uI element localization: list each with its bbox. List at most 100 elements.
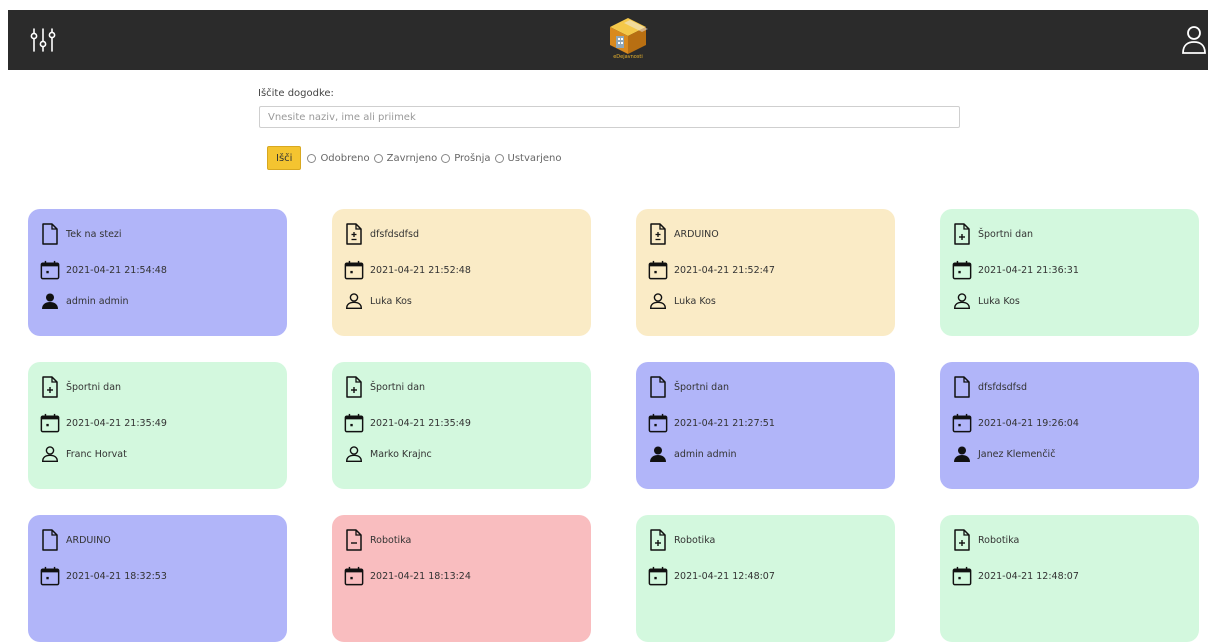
event-title: Robotika xyxy=(674,534,716,546)
document-icon xyxy=(952,529,972,551)
event-datetime: 2021-04-21 12:48:07 xyxy=(674,570,775,582)
event-user: admin admin xyxy=(674,448,737,460)
calendar-icon xyxy=(344,412,364,434)
event-title: dfsfdsdfsd xyxy=(978,381,1028,393)
event-card[interactable]: Robotika 2021-04-21 12:48:07 xyxy=(940,515,1199,642)
event-user: Janez Klemenčič xyxy=(978,448,1056,460)
calendar-icon xyxy=(648,565,668,587)
event-user-row: admin admin xyxy=(40,293,129,309)
event-title-row: ARDUINO xyxy=(40,529,111,551)
user-icon xyxy=(952,446,972,462)
event-card[interactable]: Športni dan 2021-04-21 21:36:31 Luka Kos xyxy=(940,209,1199,336)
event-datetime-row: 2021-04-21 18:13:24 xyxy=(344,565,471,587)
document-icon xyxy=(40,529,60,551)
event-user-row: Marko Krajnc xyxy=(344,446,432,462)
filter-ustvarjeno[interactable]: Ustvarjeno xyxy=(494,153,562,164)
event-datetime-row: 2021-04-21 21:35:49 xyxy=(344,412,471,434)
event-user-row: Franc Horvat xyxy=(40,446,127,462)
event-datetime-row: 2021-04-21 18:32:53 xyxy=(40,565,167,587)
event-datetime: 2021-04-21 19:26:04 xyxy=(978,417,1079,429)
event-datetime-row: 2021-04-21 21:52:47 xyxy=(648,259,775,281)
event-title-row: Športni dan xyxy=(648,376,729,398)
event-card[interactable]: Športni dan 2021-04-21 21:35:49 Marko Kraj… xyxy=(332,362,591,489)
event-title: Športni dan xyxy=(66,381,122,393)
event-datetime: 2021-04-21 18:32:53 xyxy=(66,570,167,582)
user-icon xyxy=(344,293,364,309)
calendar-icon xyxy=(952,412,972,434)
user-icon[interactable] xyxy=(1180,24,1208,56)
radio-icon[interactable] xyxy=(373,153,383,163)
user-icon xyxy=(648,293,668,309)
event-datetime-row: 2021-04-21 21:35:49 xyxy=(40,412,167,434)
calendar-icon xyxy=(952,565,972,587)
event-card[interactable]: ARDUINO 2021-04-21 18:32:53 xyxy=(28,515,287,642)
filter-prosnja[interactable]: Prošnja xyxy=(441,153,491,164)
calendar-icon xyxy=(344,259,364,281)
event-title-row: Robotika xyxy=(952,529,1019,551)
event-datetime-row: 2021-04-21 21:54:48 xyxy=(40,259,167,281)
event-datetime-row: 2021-04-21 12:48:07 xyxy=(952,565,1079,587)
calendar-icon xyxy=(40,259,60,281)
event-title: Športni dan xyxy=(978,228,1034,240)
event-card[interactable]: Športni dan 2021-04-21 21:27:51 admin admi… xyxy=(636,362,895,489)
calendar-icon xyxy=(648,259,668,281)
event-datetime: 2021-04-21 21:35:49 xyxy=(370,417,471,429)
event-title: Športni dan xyxy=(370,381,426,393)
radio-icon[interactable] xyxy=(494,153,504,163)
logo-text: eDejavnosti xyxy=(613,54,643,60)
event-datetime: 2021-04-21 21:54:48 xyxy=(66,264,167,276)
radio-icon[interactable] xyxy=(441,153,451,163)
document-icon xyxy=(344,376,364,398)
filter-zavrnjeno[interactable]: Zavrnjeno xyxy=(373,153,437,164)
sliders-icon[interactable] xyxy=(30,26,56,54)
document-icon xyxy=(648,376,668,398)
event-datetime: 2021-04-21 21:27:51 xyxy=(674,417,775,429)
event-title-row: dfsfdsdfsd xyxy=(344,223,419,245)
event-datetime-row: 2021-04-21 12:48:07 xyxy=(648,565,775,587)
event-datetime-row: 2021-04-21 21:52:48 xyxy=(344,259,471,281)
event-datetime-row: 2021-04-21 21:27:51 xyxy=(648,412,775,434)
event-title-row: ARDUINO xyxy=(648,223,719,245)
user-icon xyxy=(40,446,60,462)
event-title-row: Športni dan xyxy=(952,223,1033,245)
event-title-row: Športni dan xyxy=(40,376,121,398)
event-user: admin admin xyxy=(66,295,129,307)
calendar-icon xyxy=(344,565,364,587)
event-datetime: 2021-04-21 21:52:47 xyxy=(674,264,775,276)
event-card[interactable]: Robotika 2021-04-21 18:13:24 xyxy=(332,515,591,642)
event-user: Luka Kos xyxy=(978,295,1020,307)
event-title: Tek na stezi xyxy=(66,228,122,240)
document-icon xyxy=(40,223,60,245)
search-label: Iščite dogodke: xyxy=(258,88,334,99)
event-card[interactable]: dfsfdsdfsd 2021-04-21 19:26:04 Janez Kleme… xyxy=(940,362,1199,489)
event-card[interactable]: Športni dan 2021-04-21 21:35:49 Franc Horv… xyxy=(28,362,287,489)
event-card[interactable]: Robotika 2021-04-21 12:48:07 xyxy=(636,515,895,642)
calendar-icon xyxy=(40,565,60,587)
search-input[interactable] xyxy=(259,106,960,128)
event-card[interactable]: dfsfdsdfsd 2021-04-21 21:52:48 Luka Kos xyxy=(332,209,591,336)
event-title: Športni dan xyxy=(674,381,730,393)
calendar-icon xyxy=(648,412,668,434)
document-icon xyxy=(648,529,668,551)
document-icon xyxy=(344,529,364,551)
user-icon xyxy=(344,446,364,462)
calendar-icon xyxy=(952,259,972,281)
radio-icon[interactable] xyxy=(307,153,317,163)
event-datetime: 2021-04-21 21:35:49 xyxy=(66,417,167,429)
event-title-row: Robotika xyxy=(344,529,411,551)
cube-logo[interactable]: eDejavnosti xyxy=(603,16,653,66)
event-datetime-row: 2021-04-21 19:26:04 xyxy=(952,412,1079,434)
document-icon xyxy=(952,376,972,398)
event-datetime: 2021-04-21 21:52:48 xyxy=(370,264,471,276)
event-card[interactable]: Tek na stezi 2021-04-21 21:54:48 admin adm… xyxy=(28,209,287,336)
search-button[interactable]: Išči xyxy=(267,146,302,170)
event-title: Robotika xyxy=(370,534,412,546)
event-user-row: Luka Kos xyxy=(952,293,1020,309)
filter-row: Išči Odobreno Zavrnjeno Prošnja Ustvarje… xyxy=(267,146,566,170)
event-title: dfsfdsdfsd xyxy=(370,228,420,240)
document-icon xyxy=(952,223,972,245)
event-card[interactable]: ARDUINO 2021-04-21 21:52:47 Luka Kos xyxy=(636,209,895,336)
user-icon xyxy=(952,293,972,309)
filter-odobreno[interactable]: Odobreno xyxy=(307,153,370,164)
event-title: Robotika xyxy=(978,534,1020,546)
